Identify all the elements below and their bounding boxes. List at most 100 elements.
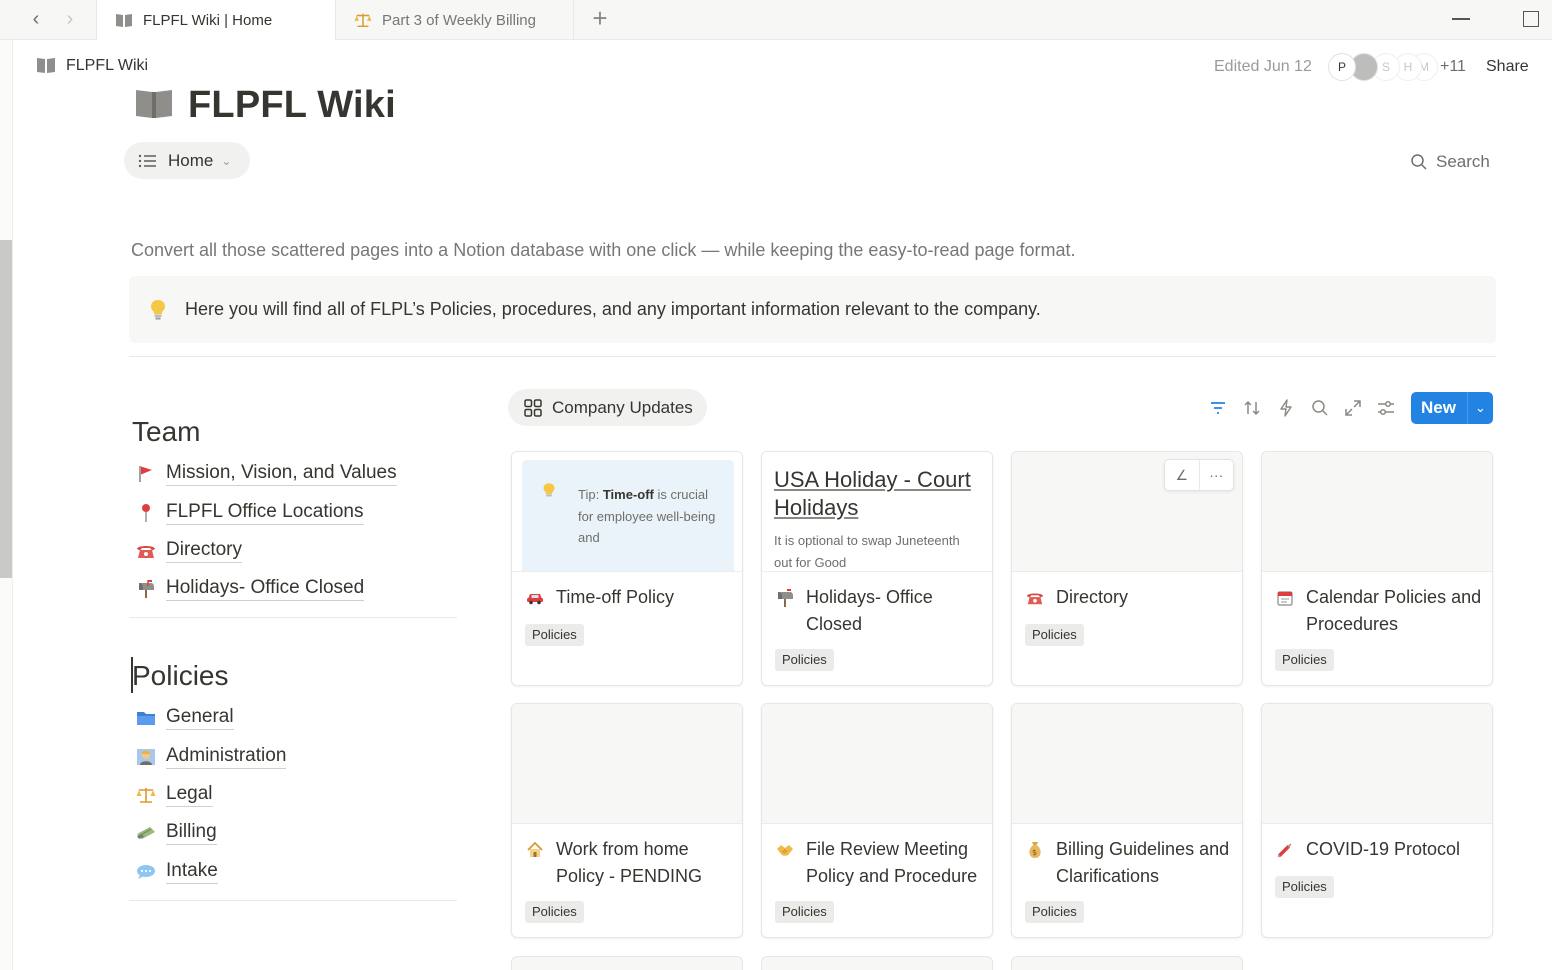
tag-policies: Policies xyxy=(525,901,584,923)
tag-policies: Policies xyxy=(525,624,584,646)
breadcrumb-label: FLPFL Wiki xyxy=(66,57,149,74)
card-file-review-meeting[interactable]: File Review Meeting Policy and Procedure… xyxy=(761,703,993,938)
cover-title: USA Holiday - Court Holidays xyxy=(774,467,971,520)
card-cover xyxy=(762,704,992,824)
link-office-locations[interactable]: FLPFL Office Locations xyxy=(136,501,364,525)
card-cover: ∠ ··· xyxy=(1012,452,1242,572)
tab-label: FLPFL Wiki | Home xyxy=(143,11,273,29)
page-title-text[interactable]: FLPFL Wiki xyxy=(188,84,396,127)
link-administration[interactable]: Administration xyxy=(136,745,287,769)
callout-text: Here you will find all of FLPL’s Policie… xyxy=(185,299,1041,319)
card-title: Directory xyxy=(1026,584,1236,611)
card-work-from-home[interactable]: Work from home Policy - PENDING Policies xyxy=(511,703,743,938)
tag-policies: Policies xyxy=(775,901,834,923)
link-legal[interactable]: Legal xyxy=(136,783,213,807)
link-holidays-office-closed[interactable]: Holidays- Office Closed xyxy=(136,577,365,601)
policies-heading[interactable]: Policies xyxy=(132,660,228,692)
card-covid-protocol[interactable]: COVID-19 Protocol Policies xyxy=(1261,703,1493,938)
card-partial[interactable] xyxy=(1011,956,1243,970)
card-hover-toolbar: ∠ ··· xyxy=(1164,459,1234,491)
search-label: Search xyxy=(1436,152,1490,171)
house-icon xyxy=(526,841,544,859)
forward-arrow-icon[interactable]: › xyxy=(58,8,82,32)
back-arrow-icon[interactable]: ‹ xyxy=(24,8,48,32)
card-title: COVID-19 Protocol xyxy=(1276,836,1486,863)
link-billing[interactable]: Billing xyxy=(136,821,217,845)
divider xyxy=(129,617,457,618)
left-scroll-strip xyxy=(0,40,13,970)
mailbox-icon xyxy=(136,579,156,599)
more-options-icon[interactable]: ··· xyxy=(1200,460,1234,490)
card-calendar-policies[interactable]: Calendar Policies and Procedures Policie… xyxy=(1261,451,1493,686)
filter-icon[interactable] xyxy=(1209,399,1227,417)
expand-icon[interactable] xyxy=(1344,399,1362,417)
handshake-icon xyxy=(776,841,794,859)
card-title: Calendar Policies and Procedures xyxy=(1276,584,1486,638)
maximize-icon[interactable] xyxy=(1523,11,1539,27)
edited-timestamp[interactable]: Edited Jun 12 xyxy=(1214,58,1312,76)
calendar-icon xyxy=(1276,589,1294,607)
search-button[interactable]: Search xyxy=(1410,152,1490,172)
lightning-icon[interactable] xyxy=(1277,399,1295,417)
page-title: FLPFL Wiki xyxy=(134,84,396,127)
new-button-label: New xyxy=(1421,398,1456,417)
card-partial[interactable] xyxy=(511,956,743,970)
red-flag-icon xyxy=(136,464,156,484)
card-time-off-policy[interactable]: Tip: Time-off is crucial for employee we… xyxy=(511,451,743,686)
book-icon xyxy=(115,11,133,29)
more-collaborators-count[interactable]: +11 xyxy=(1440,58,1466,76)
mailbox-icon xyxy=(776,589,794,607)
link-general[interactable]: General xyxy=(136,706,234,730)
card-title: File Review Meeting Policy and Procedure xyxy=(776,836,986,890)
link-label: FLPFL Office Locations xyxy=(166,501,364,525)
new-button[interactable]: New ⌄ xyxy=(1411,392,1493,424)
share-button[interactable]: Share xyxy=(1486,58,1529,76)
book-icon xyxy=(36,56,56,76)
speech-bubble-icon xyxy=(136,862,156,882)
tag-policies: Policies xyxy=(1275,649,1334,671)
view-selector-home[interactable]: Home ⌄ xyxy=(124,142,250,179)
minimize-icon[interactable] xyxy=(1452,18,1470,20)
tab-flpfl-wiki-home[interactable]: FLPFL Wiki | Home xyxy=(96,0,336,40)
car-icon xyxy=(526,589,544,607)
edit-pencil-icon[interactable]: ∠ xyxy=(1165,460,1199,490)
telephone-icon xyxy=(1026,589,1044,607)
link-intake[interactable]: Intake xyxy=(136,860,218,884)
tag-policies: Policies xyxy=(1275,876,1334,898)
view-label: Home xyxy=(168,150,214,170)
sort-icon[interactable] xyxy=(1243,399,1261,417)
search-icon[interactable] xyxy=(1311,399,1329,417)
tab-label: Part 3 of Weekly Billing xyxy=(382,11,536,29)
divider xyxy=(129,356,1496,357)
card-cover: USA Holiday - Court Holidays It is optio… xyxy=(762,452,992,572)
link-directory[interactable]: Directory xyxy=(136,539,243,563)
card-cover xyxy=(512,704,742,824)
new-tab-button[interactable]: + xyxy=(586,5,614,34)
card-billing-guidelines[interactable]: $ Billing Guidelines and Clarifications … xyxy=(1011,703,1243,938)
avatar[interactable]: P xyxy=(1328,53,1356,81)
settings-sliders-icon[interactable] xyxy=(1377,399,1395,417)
tab-weekly-billing[interactable]: Part 3 of Weekly Billing xyxy=(336,0,574,40)
link-mission-vision-values[interactable]: Mission, Vision, and Values xyxy=(136,462,397,486)
book-icon[interactable] xyxy=(134,86,174,126)
team-heading: Team xyxy=(132,416,201,447)
link-label: Administration xyxy=(166,745,287,769)
chevron-down-icon: ⌄ xyxy=(221,153,232,168)
tag-policies: Policies xyxy=(1025,624,1084,646)
divider xyxy=(129,900,457,901)
avatar-stack[interactable]: P S H M xyxy=(1328,53,1438,81)
link-label: General xyxy=(166,706,234,730)
card-partial[interactable] xyxy=(761,956,993,970)
breadcrumb[interactable]: FLPFL Wiki xyxy=(36,56,148,76)
link-label: Intake xyxy=(166,860,218,884)
card-holidays-office-closed[interactable]: USA Holiday - Court Holidays It is optio… xyxy=(761,451,993,686)
chevron-down-icon[interactable]: ⌄ xyxy=(1468,400,1493,416)
svg-text:$: $ xyxy=(1032,848,1037,857)
card-cover: Tip: Time-off is crucial for employee we… xyxy=(512,452,742,572)
page-description: Convert all those scattered pages into a… xyxy=(131,240,1076,260)
view-selector-company-updates[interactable]: Company Updates xyxy=(508,389,707,426)
scales-icon xyxy=(136,785,156,805)
scrollbar-thumb[interactable] xyxy=(0,240,12,578)
tip-callout: Tip: Time-off is crucial for employee we… xyxy=(522,460,734,571)
card-directory[interactable]: ∠ ··· Directory Policies xyxy=(1011,451,1243,686)
